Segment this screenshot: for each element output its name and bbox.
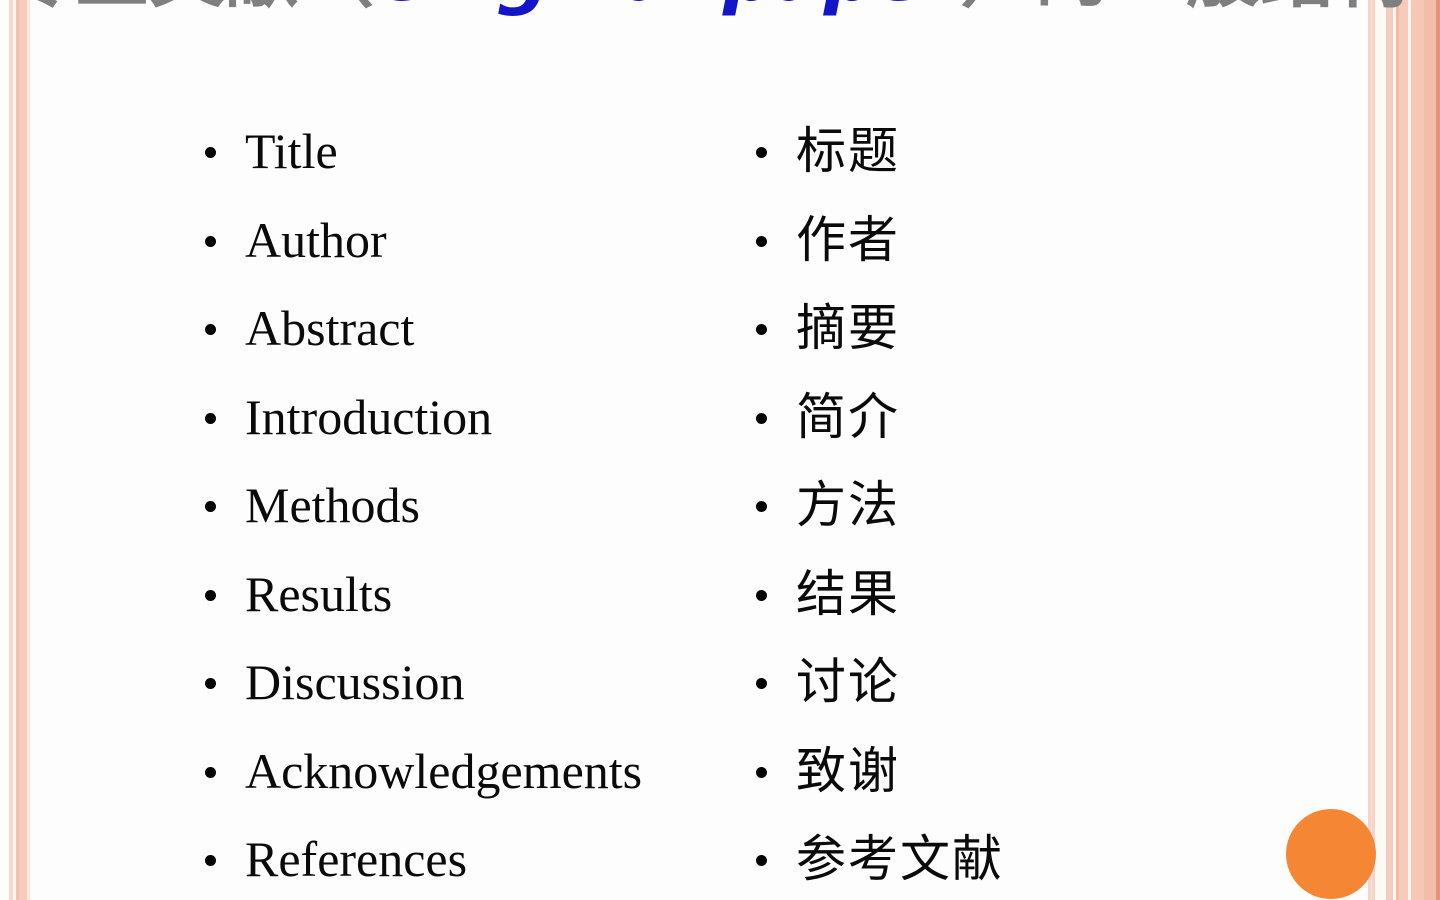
bullet-dot-icon: [205, 589, 216, 601]
list-item: Methods: [205, 480, 725, 569]
bullet-dot-icon: [205, 235, 216, 247]
list-item: 简介: [756, 392, 1176, 481]
list-item: 作者: [756, 215, 1176, 304]
bullet-dot-icon: [756, 235, 767, 247]
bullet-columns: Title Author Abstract Introduction Metho…: [0, 0, 1372, 900]
list-item-label: Methods: [245, 477, 420, 533]
list-item-label: Discussion: [245, 654, 465, 710]
list-item: Introduction: [205, 392, 725, 481]
list-item-label: 方法: [796, 476, 900, 534]
list-item-label: Results: [245, 565, 393, 622]
list-item-label: 参考文献: [796, 830, 1004, 888]
list-item: 致谢: [756, 746, 1176, 835]
list-item: Title: [205, 126, 725, 215]
list-item: Discussion: [205, 657, 725, 746]
chinese-bullet-column: 标题 作者 摘要 简介 方法 结果 讨论 致谢 参考文献: [756, 126, 1176, 900]
list-item: Results: [205, 569, 725, 658]
list-item: 摘要: [756, 303, 1176, 392]
bullet-dot-icon: [205, 855, 216, 866]
list-item-label: Author: [245, 211, 387, 268]
list-item-label: 作者: [796, 210, 900, 269]
presentation-slide: 专业文献（Original paper）的一般结构 Title Author A…: [0, 0, 1440, 900]
right-border-stripes: [1362, 0, 1440, 900]
bullet-dot-icon: [205, 412, 216, 424]
list-item: References: [205, 834, 725, 900]
list-item: Author: [205, 215, 725, 304]
list-item-label: 标题: [796, 122, 900, 180]
bullet-dot-icon: [756, 501, 767, 512]
bullet-dot-icon: [756, 766, 767, 778]
list-item-label: Introduction: [245, 388, 493, 445]
list-item-label: 摘要: [796, 299, 900, 357]
list-item: 参考文献: [756, 834, 1176, 900]
bullet-dot-icon: [756, 412, 767, 424]
orange-circle-decoration: [1286, 809, 1376, 899]
list-item-label: Abstract: [245, 300, 415, 356]
list-item: 结果: [756, 569, 1176, 658]
bullet-dot-icon: [205, 678, 216, 689]
list-item-label: Title: [245, 123, 338, 179]
list-item: 方法: [756, 480, 1176, 569]
bullet-dot-icon: [756, 678, 767, 689]
bullet-dot-icon: [205, 501, 216, 512]
bullet-dot-icon: [756, 147, 767, 158]
list-item-label: References: [245, 831, 468, 887]
list-item: 标题: [756, 126, 1176, 215]
list-item-label: 讨论: [796, 653, 900, 711]
bullet-dot-icon: [205, 766, 216, 778]
list-item: 讨论: [756, 657, 1176, 746]
bullet-dot-icon: [205, 324, 216, 335]
list-item: Acknowledgements: [205, 746, 725, 835]
list-item-label: 简介: [796, 387, 900, 446]
bullet-dot-icon: [756, 855, 767, 866]
bullet-dot-icon: [756, 324, 767, 335]
list-item-label: 致谢: [796, 741, 900, 800]
list-item-label: Acknowledgements: [245, 742, 643, 799]
english-bullet-column: Title Author Abstract Introduction Metho…: [205, 126, 725, 900]
bullet-dot-icon: [756, 589, 767, 601]
list-item-label: 结果: [796, 564, 900, 623]
bullet-dot-icon: [205, 147, 216, 158]
list-item: Abstract: [205, 303, 725, 392]
